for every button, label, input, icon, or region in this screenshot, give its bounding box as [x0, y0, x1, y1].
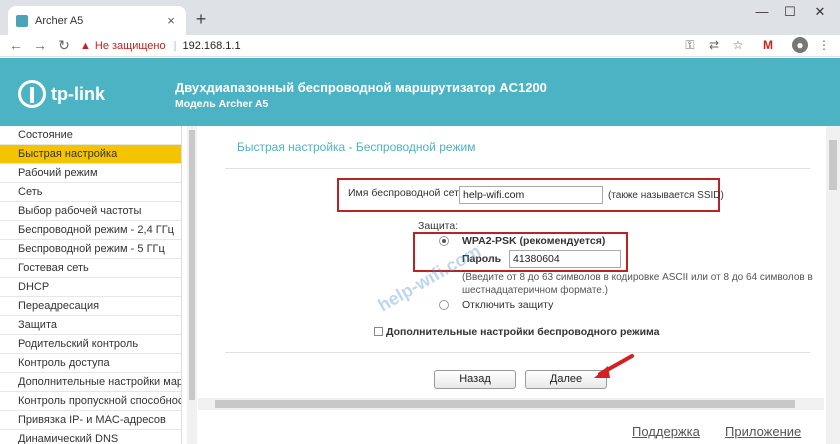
red-arrow-icon [594, 354, 634, 378]
sidebar-item-network[interactable]: Сеть [0, 183, 181, 202]
sidebar-item-bandwidth-control[interactable]: Контроль пропускной способност [0, 392, 181, 411]
sidebar-scrollbar-thumb[interactable] [189, 130, 195, 400]
bookmark-star-icon[interactable]: ☆ [730, 37, 746, 53]
new-tab-button[interactable]: + [192, 9, 210, 30]
gmail-extension-icon[interactable]: M [760, 37, 776, 53]
address-bar[interactable]: ▲ Не защищено | 192.168.1.1 [80, 36, 752, 55]
translate-icon[interactable]: ⇄ [706, 37, 722, 53]
address-separator: | [173, 39, 177, 52]
sidebar-item-parental-control[interactable]: Родительский контроль [0, 335, 181, 354]
tp-link-logo-icon [18, 80, 46, 108]
page-title: Быстрая настройка - Беспроводной режим [237, 140, 476, 154]
tab-title: Archer A5 [35, 14, 84, 27]
password-input[interactable]: 41380604 [509, 250, 621, 268]
disable-security-label: Отключить защиту [462, 299, 554, 311]
page-scrollbar-thumb[interactable] [829, 140, 837, 190]
buttons-divider [225, 352, 810, 353]
sidebar-item-ddns[interactable]: Динамический DNS [0, 430, 181, 444]
app-link[interactable]: Приложение [725, 424, 801, 439]
back-arrow-icon[interactable]: ← [8, 37, 24, 53]
advanced-wireless-checkbox[interactable] [374, 327, 383, 336]
back-button[interactable]: Назад [434, 370, 516, 389]
sidebar-item-advanced-routing[interactable]: Дополнительные настройки марш [0, 373, 181, 392]
sidebar-item-dhcp[interactable]: DHCP [0, 278, 181, 297]
title-divider [225, 168, 810, 169]
tab-favicon-icon [16, 14, 28, 27]
sidebar-item-operation-mode[interactable]: Рабочий режим [0, 164, 181, 183]
sidebar-item-wireless-5[interactable]: Беспроводной режим - 5 ГГц [0, 240, 181, 259]
support-link[interactable]: Поддержка [632, 424, 700, 439]
disable-security-radio[interactable] [439, 300, 449, 310]
sidebar-item-guest-network[interactable]: Гостевая сеть [0, 259, 181, 278]
reload-icon[interactable]: ↻ [56, 37, 72, 53]
wpa2-label: WPA2-PSK (рекомендуется) [462, 235, 606, 247]
ssid-label: Имя беспроводной сети: [348, 187, 468, 199]
sidebar-item-band-selection[interactable]: Выбор рабочей частоты [0, 202, 181, 221]
sidebar-menu: Состояние Быстрая настройка Рабочий режи… [0, 126, 182, 444]
tab-close-icon[interactable]: × [164, 13, 178, 28]
minimize-icon[interactable]: — [748, 4, 776, 19]
tp-link-logo: tp-link [18, 80, 105, 108]
ssid-input[interactable]: help-wifi.com [459, 186, 603, 204]
close-window-icon[interactable]: ✕ [806, 4, 834, 20]
security-label: Защита: [418, 220, 459, 232]
sidebar-item-quick-setup[interactable]: Быстрая настройка [0, 145, 181, 164]
password-hint-line-1: (Введите от 8 до 63 символов в кодировке… [462, 272, 813, 283]
menu-kebab-icon[interactable]: ⋮ [816, 37, 832, 53]
router-model: Модель Archer A5 [175, 98, 269, 110]
ssid-note: (также называется SSID) [608, 190, 724, 201]
sidebar-item-security[interactable]: Защита [0, 316, 181, 335]
not-secure-label[interactable]: Не защищено [95, 40, 166, 52]
maximize-icon[interactable]: ☐ [776, 4, 804, 20]
sidebar-item-forwarding[interactable]: Переадресация [0, 297, 181, 316]
sidebar-item-ip-mac-binding[interactable]: Привязка IP- и MAC-адресов [0, 411, 181, 430]
browser-tab[interactable]: Archer A5 × [8, 6, 186, 35]
content-hscroll-thumb[interactable] [215, 400, 795, 408]
forward-arrow-icon[interactable]: → [32, 37, 48, 53]
advanced-wireless-label: Дополнительные настройки беспроводного р… [386, 326, 660, 338]
password-hint-line-2: шестнадцатеричном формате.) [462, 285, 608, 296]
warning-icon: ▲ [80, 39, 91, 52]
key-icon[interactable]: ⚿ [682, 37, 698, 53]
router-title: Двухдиапазонный беспроводной маршрутизат… [175, 80, 547, 95]
sidebar-item-access-control[interactable]: Контроль доступа [0, 354, 181, 373]
sidebar-item-status[interactable]: Состояние [0, 126, 181, 145]
sidebar-item-wireless-24[interactable]: Беспроводной режим - 2,4 ГГц [0, 221, 181, 240]
url-text[interactable]: 192.168.1.1 [182, 40, 240, 52]
logo-text: tp-link [51, 83, 105, 104]
profile-avatar-icon[interactable]: ● [792, 37, 808, 53]
wpa2-radio[interactable] [439, 236, 449, 246]
